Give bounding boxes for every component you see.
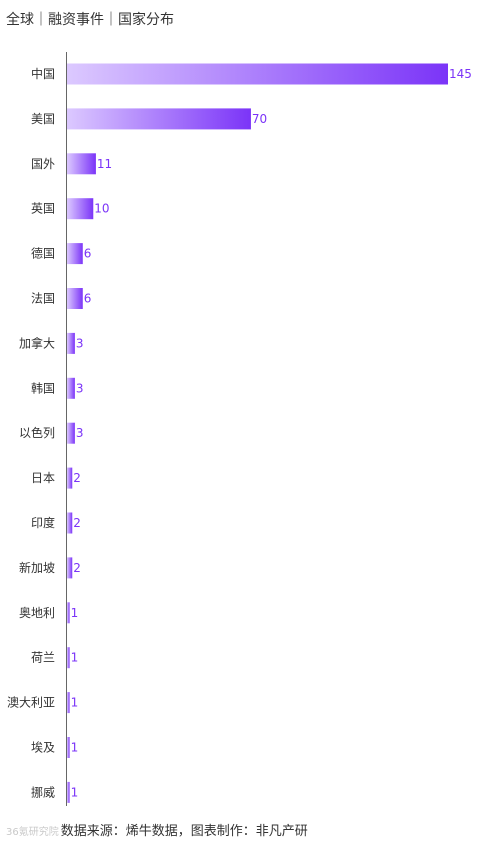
bar [67,198,94,220]
value-label: 2 [73,471,81,485]
value-label: 2 [73,516,81,530]
value-label: 3 [76,426,84,440]
category-label: 澳大利亚 [7,696,55,710]
value-label: 1 [71,606,79,620]
bar [67,692,70,714]
bar [67,288,83,309]
category-label: 韩国 [31,380,55,395]
category-label: 荷兰 [31,651,55,665]
value-label: 3 [76,336,84,350]
bar [67,647,70,669]
footer: 36氪研究院 数据来源：烯牛数据，图表制作：非凡产研 [6,820,486,840]
category-label: 以色列 [19,426,55,440]
bar [67,512,73,534]
bar [67,63,448,85]
category-label: 美国 [31,112,55,126]
category-label: 埃及 [31,741,55,755]
value-label: 1 [71,741,79,755]
value-label: 6 [84,292,92,306]
watermark-text: 36氪研究院 [6,827,59,838]
category-label: 加拿大 [19,335,55,350]
category-label: 法国 [31,292,55,306]
category-label: 挪威 [31,785,55,799]
category-label: 英国 [31,202,55,216]
bar [67,153,96,175]
bars-group: 中国 145美国 70国外 11英国 10德国 6法国 6加拿大 3韩国 3以色列 3日本 2印度 2… [7,63,472,803]
value-label: 3 [76,381,84,395]
category-label: 德国 [31,246,55,261]
bar [67,332,75,354]
category-label: 印度 [31,515,55,530]
bar [67,422,75,444]
category-label: 日本 [31,471,55,485]
bar [67,243,83,265]
value-label: 6 [84,247,92,261]
bar [67,467,73,489]
bar [67,737,70,758]
category-label: 奥地利 [19,606,55,620]
value-label: 2 [73,561,81,575]
bar [67,602,70,624]
value-label: 1 [71,696,79,710]
value-label: 70 [252,112,267,126]
value-label: 1 [71,785,79,799]
category-label: 国外 [31,157,55,171]
category-label: 中国 [31,66,55,81]
bar [67,108,251,130]
bar [67,377,75,399]
value-label: 145 [449,67,472,81]
bar [67,557,73,579]
value-label: 11 [97,157,112,171]
source-note: 数据来源：烯牛数据，图表制作：非凡产研 [60,824,308,839]
category-label: 新加坡 [19,560,55,575]
bar-chart: 中国 145美国 70国外 11英国 10德国 6法国 6加拿大 3韩国 3以色列 3日本 2印度 2… [7,52,472,806]
bar [67,781,70,803]
value-label: 1 [71,651,79,665]
value-label: 10 [94,202,109,216]
